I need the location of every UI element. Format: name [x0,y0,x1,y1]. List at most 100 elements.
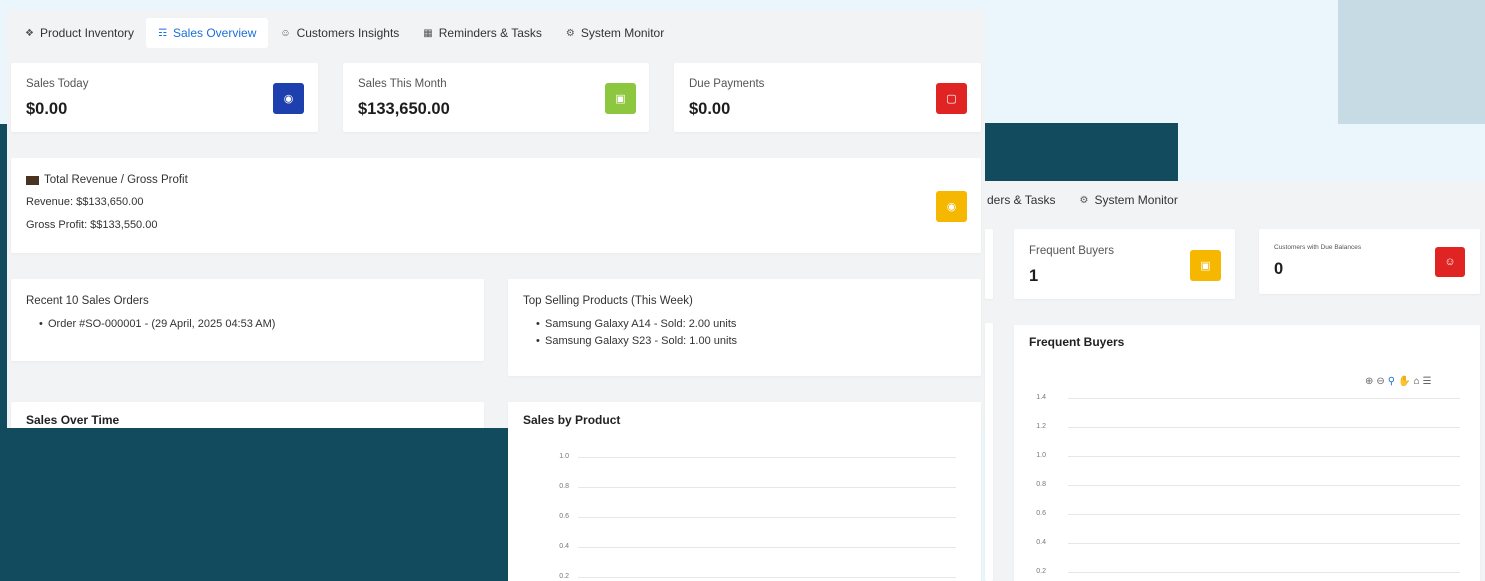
decor-block-dark-top [985,123,1178,181]
sales-over-time-title: Sales Over Time [26,413,120,427]
tab-reminders-tasks[interactable]: ▦ Reminders & Tasks [411,18,554,48]
tab-system-monitor[interactable]: ⚙ System Monitor [554,18,676,48]
user-icon: ☺ [1435,247,1465,277]
frequent-buyers-chart-title: Frequent Buyers [1029,335,1125,349]
tab-label: ders & Tasks [987,193,1056,207]
gear-icon: ⚙ [1079,194,1089,206]
money-icon [26,175,39,185]
grid-line [1068,572,1460,573]
list-item[interactable]: Samsung Galaxy S23 - Sold: 1.00 units [523,333,737,350]
top-products-list: Samsung Galaxy A14 - Sold: 2.00 units Sa… [523,316,737,350]
y-tick-label: 0.4 [1036,539,1046,546]
grid-line [1068,485,1460,486]
stat-label: Frequent Buyers [1029,245,1115,257]
revenue-title: Total Revenue / Gross Profit [44,174,188,186]
grid-line [578,517,956,518]
stat-card-sales-month: Sales This Month $133,650.00 ▣ [343,63,649,132]
sales-by-product-card: Sales by Product 1.0 0.8 0.6 0.4 0.2 [508,402,981,581]
decor-block-dark-bottom [0,428,516,581]
tab-label: System Monitor [580,26,665,40]
list-item[interactable]: Order #SO-000001 - (29 April, 2025 04:53… [26,316,275,333]
gear-icon: ⚙ [565,27,575,39]
secondary-tab-bar: ders & Tasks ⚙ System Monitor [985,185,1190,215]
chart-toolbar: ⊕ ⊖ ⚲ ✋ ⌂ ☰ [1365,376,1432,387]
recent-orders-list: Order #SO-000001 - (29 April, 2025 04:53… [26,316,275,333]
list-item[interactable]: Samsung Galaxy A14 - Sold: 2.00 units [523,316,737,333]
laptop-icon: ▢ [936,83,967,114]
user-icon: ☺ [280,27,291,39]
y-tick-label: 1.0 [1036,452,1046,459]
grid-line [578,457,956,458]
grid-line [1068,427,1460,428]
partial-card-left-2 [985,323,993,581]
stat-card-due-balances: Customers with Due Balances 0 ☺ [1259,229,1480,294]
stat-label: Due Payments [689,78,765,90]
tab-label: Product Inventory [39,26,135,40]
grid-line [578,577,956,578]
tab-label: System Monitor [1094,193,1178,207]
stat-value: $133,650.00 [358,100,450,118]
y-tick-label: 1.0 [559,453,569,460]
tab-product-inventory[interactable]: ❖ Product Inventory [13,18,146,48]
stat-value: 0 [1274,260,1284,278]
decor-block-dark-left [0,124,7,429]
stat-value: $0.00 [26,100,68,118]
stat-card-due-payments: Due Payments $0.00 ▢ [674,63,981,132]
stat-value: 1 [1029,267,1039,285]
coin-icon: ◉ [936,191,967,222]
y-tick-label: 0.8 [1036,481,1046,488]
y-tick-label: 0.8 [559,483,569,490]
tab-label: Customers Insights [296,26,400,40]
stat-label: Customers with Due Balances [1274,244,1362,251]
gross-profit-value: Gross Profit: $$133,550.00 [26,219,158,231]
grid-line [1068,456,1460,457]
tab-system-monitor-secondary[interactable]: ⚙ System Monitor [1067,185,1189,215]
home-icon[interactable]: ⌂ [1414,376,1420,387]
tab-customers-insights[interactable]: ☺ Customers Insights [268,18,411,48]
stat-label: Sales Today [26,78,89,90]
recent-orders-card: Recent 10 Sales Orders Order #SO-000001 … [11,279,484,361]
y-tick-label: 1.4 [1036,394,1046,401]
grid-line [1068,543,1460,544]
calendar-icon: ▦ [423,27,433,39]
stat-label: Sales This Month [358,78,447,90]
revenue-card: Total Revenue / Gross Profit Revenue: $$… [11,158,981,253]
grid-line [578,547,956,548]
dollar-icon: ◉ [273,83,304,114]
grid-line [1068,514,1460,515]
tab-reminders-tasks-partial[interactable]: ders & Tasks [985,185,1067,215]
stat-value: $0.00 [689,100,731,118]
y-tick-label: 0.2 [559,573,569,580]
search-icon[interactable]: ⚲ [1388,376,1395,387]
y-tick-label: 0.6 [559,513,569,520]
y-tick-label: 0.4 [559,543,569,550]
top-products-card: Top Selling Products (This Week) Samsung… [508,279,981,376]
zoom-in-icon[interactable]: ⊕ [1365,376,1373,387]
frequent-buyers-chart-card: Frequent Buyers ⊕ ⊖ ⚲ ✋ ⌂ ☰ 1.4 1.2 1.0 0.8… [1014,325,1480,581]
calendar-icon: ▣ [605,83,636,114]
main-tab-bar: ❖ Product Inventory ☶ Sales Overview ☺ C… [13,18,676,48]
menu-icon[interactable]: ☰ [1423,376,1432,387]
y-tick-label: 0.6 [1036,510,1046,517]
grid-line [578,487,956,488]
stat-card-frequent-buyers: Frequent Buyers 1 ▣ [1014,229,1235,299]
repeat-icon: ▣ [1190,250,1221,281]
sales-over-time-card: Sales Over Time [11,402,484,430]
decor-block-light [1338,0,1485,124]
tab-label: Sales Overview [173,26,257,40]
top-products-title: Top Selling Products (This Week) [523,295,693,307]
recent-orders-title: Recent 10 Sales Orders [26,295,149,307]
stat-card-sales-today: Sales Today $0.00 ◉ [11,63,318,132]
revenue-value: Revenue: $$133,650.00 [26,196,144,208]
pan-icon[interactable]: ✋ [1398,376,1410,387]
y-tick-label: 0.2 [1036,568,1046,575]
y-tick-label: 1.2 [1036,423,1046,430]
zoom-out-icon[interactable]: ⊖ [1376,376,1384,387]
tab-label: Reminders & Tasks [438,26,542,40]
grid-line [1068,398,1460,399]
sales-by-product-title: Sales by Product [523,413,621,427]
partial-card-left [985,229,993,299]
box-icon: ❖ [25,27,34,39]
tab-sales-overview[interactable]: ☶ Sales Overview [146,18,269,48]
revenue-title-row: Total Revenue / Gross Profit [26,174,188,186]
